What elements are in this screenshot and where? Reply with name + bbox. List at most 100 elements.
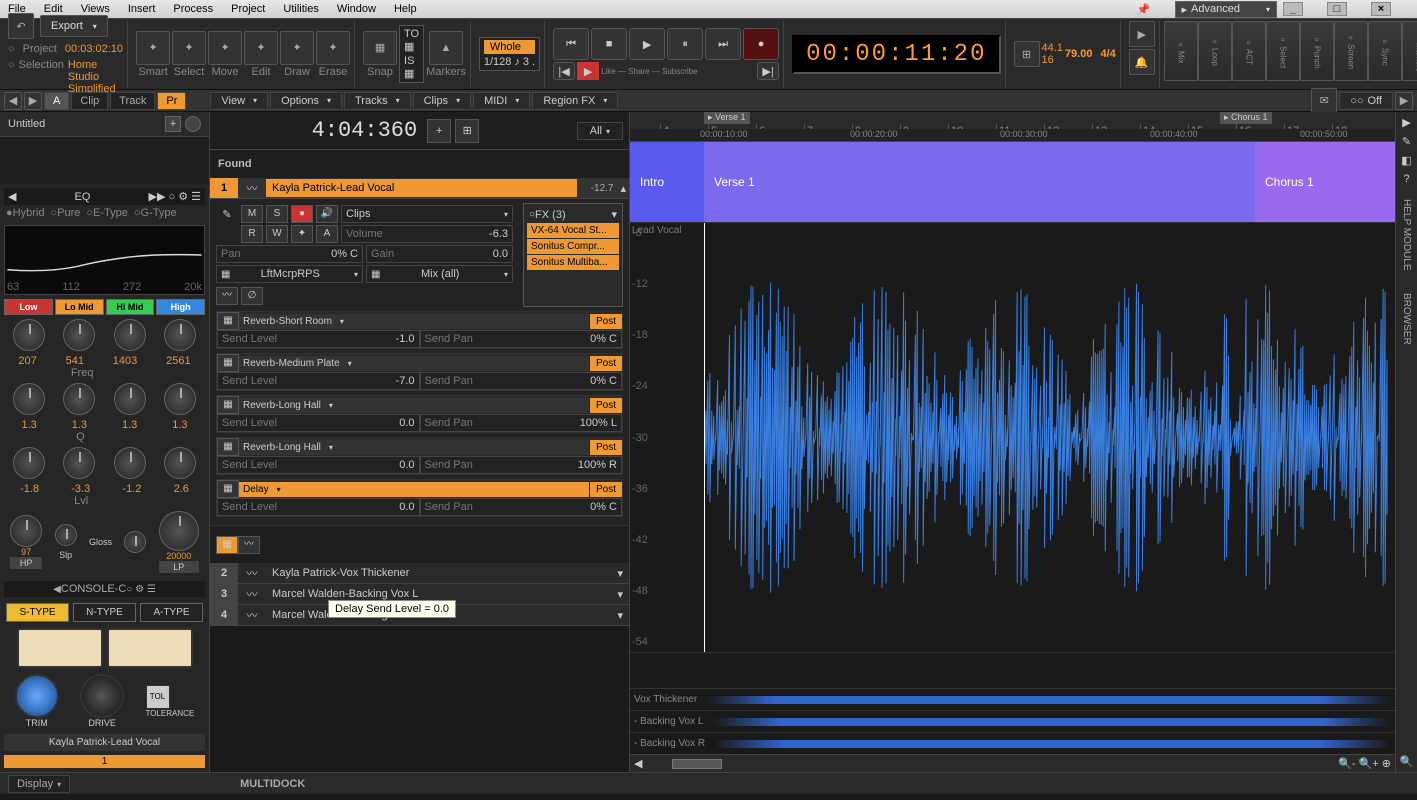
send-pan-3[interactable]: 100% R bbox=[578, 459, 617, 471]
module-markers[interactable]: ▫Markers bbox=[1402, 21, 1417, 81]
metronome-play-button[interactable]: ▶ bbox=[1129, 21, 1155, 47]
fx-slot-2[interactable]: Sonitus Compr... bbox=[527, 239, 619, 254]
selection-radio[interactable]: Selection bbox=[19, 59, 64, 95]
viewbar-right[interactable]: ▶ bbox=[24, 92, 42, 110]
eq-lp-knob[interactable] bbox=[159, 511, 199, 551]
read-button[interactable]: R bbox=[241, 225, 263, 243]
audio-engine-button[interactable]: ⊞ bbox=[1014, 41, 1040, 67]
time-snap-button[interactable]: ⊞ bbox=[455, 119, 479, 143]
marker-verse-1[interactable]: ▸ Verse 1 bbox=[704, 112, 750, 124]
pause-button[interactable]: ⏸ bbox=[667, 28, 703, 60]
menu-help[interactable]: Help bbox=[394, 3, 417, 15]
export-button[interactable]: Export bbox=[40, 15, 108, 37]
scroll-thumb[interactable] bbox=[672, 759, 722, 769]
automation-a[interactable]: A bbox=[316, 225, 338, 243]
forward-button[interactable]: ⏭ bbox=[705, 28, 741, 60]
clips-dropdown[interactable]: Clips bbox=[413, 92, 471, 110]
module-loop[interactable]: ▫Loop bbox=[1198, 21, 1232, 81]
eq-band-low[interactable]: Low bbox=[4, 299, 53, 315]
eq-mode-gtype[interactable]: G-Type bbox=[141, 207, 177, 219]
phase-button[interactable]: ∅ bbox=[241, 287, 263, 305]
eq-lvl-knob-3[interactable] bbox=[114, 447, 146, 479]
output-selector[interactable]: ▦ Mix (all) bbox=[366, 265, 513, 283]
tab-clip[interactable]: Clip bbox=[71, 92, 108, 110]
eq-hp-knob[interactable] bbox=[10, 515, 42, 547]
rtz-button[interactable]: |◀ bbox=[553, 62, 575, 80]
send-dest-3[interactable]: Reverb-Long Hall bbox=[239, 440, 589, 455]
send-post-4[interactable]: Post bbox=[589, 482, 622, 497]
eq-freq-knob-2[interactable] bbox=[63, 319, 95, 351]
eraser-icon[interactable]: ◧ bbox=[1401, 154, 1411, 167]
close-button[interactable]: × bbox=[1371, 2, 1391, 16]
project-radio[interactable]: Project bbox=[23, 43, 57, 55]
regionfx-dropdown[interactable]: Region FX bbox=[532, 92, 618, 110]
minimize-button[interactable]: _ bbox=[1283, 2, 1303, 16]
eq-freq-knob-1[interactable] bbox=[13, 319, 45, 351]
track-folder-button[interactable]: ▦ bbox=[216, 536, 238, 554]
eq-band-lomid[interactable]: Lo Mid bbox=[55, 299, 104, 315]
eq-q-knob-4[interactable] bbox=[164, 383, 196, 415]
viewbar-a-icon[interactable]: A bbox=[44, 92, 69, 110]
module-punch[interactable]: ▫Punch bbox=[1300, 21, 1334, 81]
play-button[interactable]: ▶ bbox=[629, 28, 665, 60]
tool-smart[interactable]: ✦ bbox=[136, 31, 170, 65]
send-dest-1[interactable]: Reverb-Medium Plate bbox=[239, 356, 589, 371]
markers-button[interactable]: ▲ bbox=[429, 31, 463, 65]
goto-end-button[interactable]: ▶| bbox=[757, 62, 779, 80]
send-level-0[interactable]: -1.0 bbox=[396, 333, 415, 345]
eq-q-knob-3[interactable] bbox=[114, 383, 146, 415]
timeline-ruler[interactable]: ▸ Verse 1▸ Chorus 1 45678910111213141516… bbox=[630, 112, 1395, 142]
record-button[interactable]: ● bbox=[743, 28, 779, 60]
input-selector[interactable]: ▦ LftMcrpRPS bbox=[216, 265, 363, 283]
undo-button[interactable]: ↶ bbox=[8, 13, 34, 39]
browser-tab[interactable]: BROWSER bbox=[1401, 285, 1412, 353]
mini-track-2[interactable]: - Backing Vox R bbox=[630, 732, 1395, 754]
eq-mode-pure[interactable]: Pure bbox=[57, 207, 80, 219]
eq-lvl-knob-4[interactable] bbox=[164, 447, 196, 479]
mute-button[interactable]: M bbox=[241, 205, 263, 223]
send-pan-4[interactable]: 0% C bbox=[590, 501, 617, 513]
eq-band-high[interactable]: High bbox=[156, 299, 205, 315]
arr-chorus[interactable]: Chorus 1 bbox=[1255, 142, 1395, 222]
gain-value[interactable]: 0.0 bbox=[493, 248, 508, 260]
snap-n[interactable]: 3 bbox=[523, 56, 529, 68]
module-select[interactable]: ▫Select bbox=[1266, 21, 1300, 81]
arrangement-lane[interactable]: Intro Verse 1 Chorus 1 bbox=[630, 142, 1395, 222]
eq-band-himid[interactable]: Hi Mid bbox=[106, 299, 155, 315]
track-header-2[interactable]: 2〰Kayla Patrick-Vox Thickener▾ bbox=[210, 563, 629, 584]
fx-slot-3[interactable]: Sonitus Multiba... bbox=[527, 255, 619, 270]
mini-track-0[interactable]: Vox Thickener bbox=[630, 688, 1395, 710]
arr-verse[interactable]: Verse 1 bbox=[704, 142, 1255, 222]
metronome-button[interactable]: 🔔 bbox=[1129, 49, 1155, 75]
tab-track[interactable]: Track bbox=[110, 92, 155, 110]
drive-knob[interactable] bbox=[80, 674, 124, 718]
send-post-1[interactable]: Post bbox=[589, 356, 622, 371]
pin-icon[interactable]: 📌 bbox=[1137, 3, 1151, 16]
module-sync[interactable]: ▫Sync bbox=[1368, 21, 1402, 81]
send-post-0[interactable]: Post bbox=[589, 314, 622, 329]
send-post-3[interactable]: Post bbox=[589, 440, 622, 455]
send-dest-4[interactable]: Delay bbox=[239, 482, 589, 497]
viewbar-expand[interactable]: ▶ bbox=[1395, 92, 1413, 110]
youtube-icon[interactable]: ▶ bbox=[577, 62, 599, 80]
arr-intro[interactable]: Intro bbox=[630, 142, 704, 222]
options-dropdown[interactable]: Options bbox=[270, 92, 342, 110]
tab-pr[interactable]: Pr bbox=[157, 92, 186, 110]
pencil-icon[interactable]: ✎ bbox=[1402, 135, 1411, 148]
volume-value[interactable]: -6.3 bbox=[489, 228, 508, 240]
eq-freq-knob-3[interactable] bbox=[114, 319, 146, 351]
eq-slp-knob-1[interactable] bbox=[55, 524, 77, 546]
menu-process[interactable]: Process bbox=[173, 3, 213, 15]
track-automation-button[interactable]: 〰 bbox=[238, 536, 260, 554]
send-level-1[interactable]: -7.0 bbox=[396, 375, 415, 387]
eq-mode-etype[interactable]: E-Type bbox=[93, 207, 128, 219]
snap-resolution[interactable]: 1/128 bbox=[484, 56, 512, 68]
tempo-value[interactable]: 79.00 bbox=[1065, 48, 1093, 60]
menu-window[interactable]: Window bbox=[337, 3, 376, 15]
send-level-2[interactable]: 0.0 bbox=[399, 417, 414, 429]
view-dropdown[interactable]: View bbox=[210, 92, 268, 110]
tool-edit[interactable]: ✦ bbox=[244, 31, 278, 65]
time-signature[interactable]: 4/4 bbox=[1100, 48, 1115, 60]
send-pan-0[interactable]: 0% C bbox=[590, 333, 617, 345]
send-level-4[interactable]: 0.0 bbox=[399, 501, 414, 513]
